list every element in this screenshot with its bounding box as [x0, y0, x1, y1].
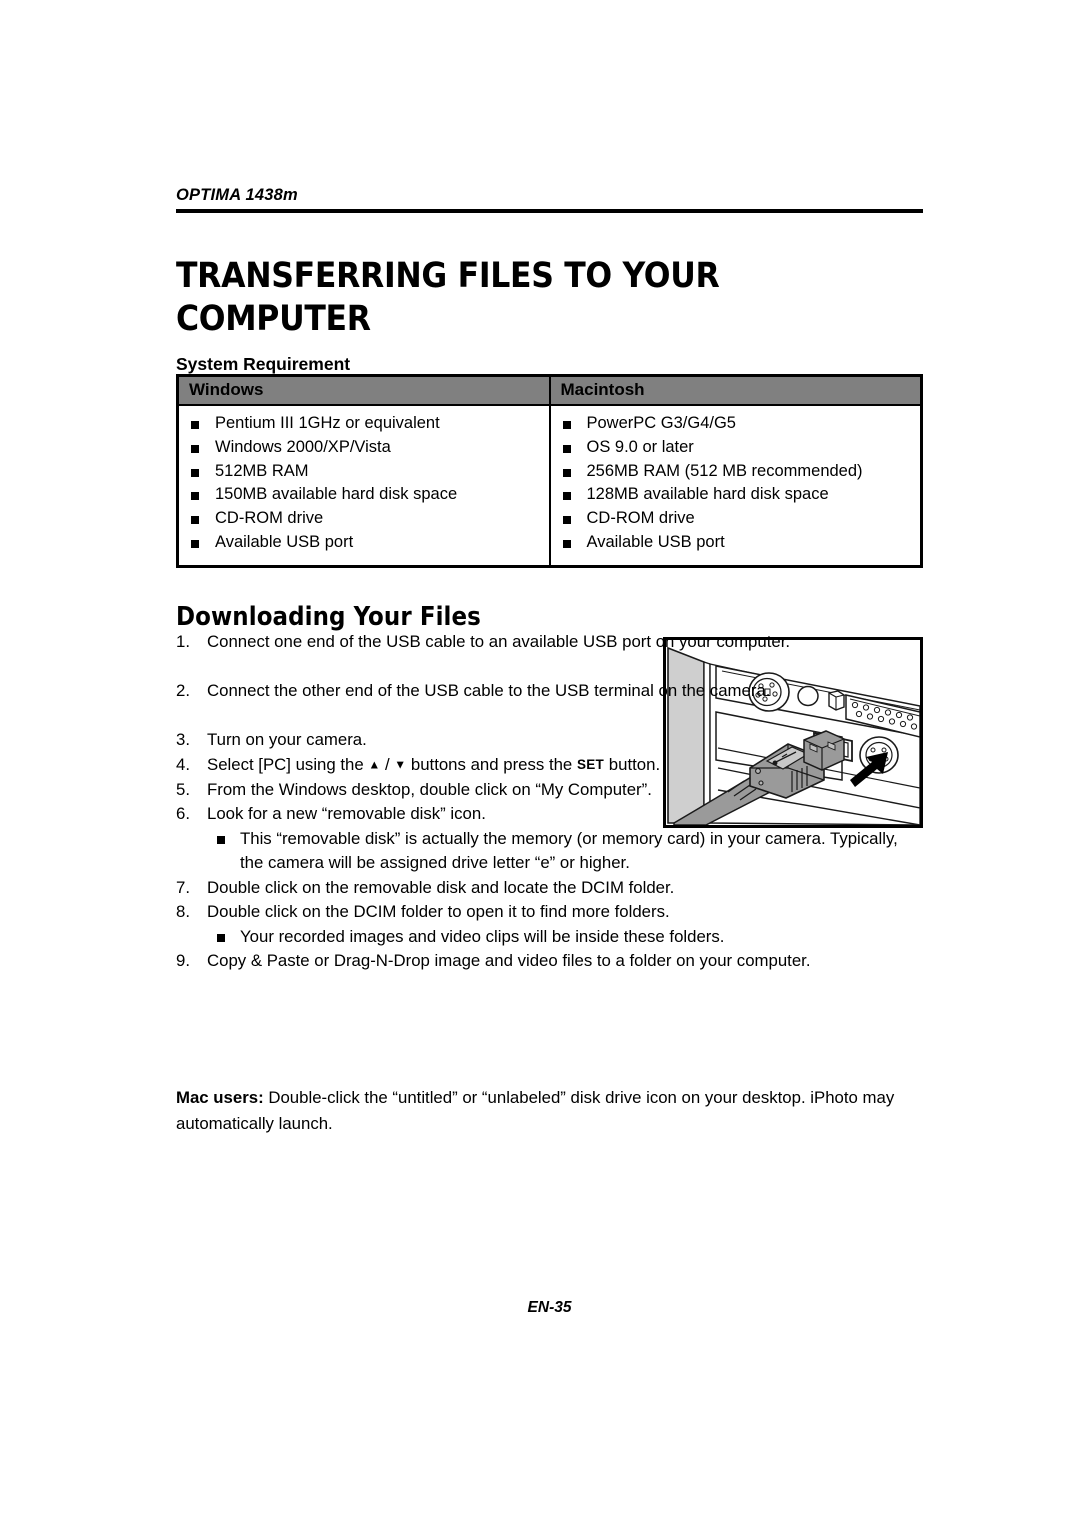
step4-line2-prefix: the — [548, 755, 573, 774]
arrow-separator: / — [384, 755, 390, 774]
step-number: 9. — [176, 951, 190, 970]
step-text: Connect one end of the USB cable to an a… — [207, 632, 791, 651]
step-number: 7. — [176, 877, 190, 897]
windows-requirement-list: Pentium III 1GHz or equivalent Windows 2… — [179, 412, 545, 555]
list-item: Windows 2000/XP/Vista — [179, 436, 545, 460]
list-item: 4. Select [PC] using the ▲ / ▼ buttons a… — [176, 753, 923, 778]
list-item: This “removable disk” is actually the me… — [207, 827, 923, 876]
step4-prefix: Select [PC] using the — [207, 755, 364, 774]
list-item: 1. Connect one end of the USB cable to a… — [176, 630, 923, 679]
list-item: Pentium III 1GHz or equivalent — [179, 412, 545, 436]
system-requirement-heading: System Requirement — [176, 353, 351, 374]
list-item: OS 9.0 or later — [551, 436, 917, 460]
step-text: Select [PC] using the ▲ / ▼ buttons and … — [207, 755, 660, 774]
step-number: 4. — [176, 754, 190, 774]
step4-line2-suffix: button. — [608, 755, 661, 774]
running-head: OPTIMA 1438m — [176, 186, 298, 204]
up-arrow-icon: ▲ — [368, 757, 381, 772]
mac-users-text: Double-click the “untitled” or “unlabele… — [176, 1087, 895, 1133]
step-text: Look for a new “removable disk” icon. — [207, 804, 486, 823]
list-item: 256MB RAM (512 MB recommended) — [551, 460, 917, 484]
list-item: 6. Look for a new “removable disk” icon.… — [176, 802, 923, 876]
table-cell-windows-requirements: Pentium III 1GHz or equivalent Windows 2… — [179, 405, 551, 565]
substep-list: This “removable disk” is actually the me… — [207, 827, 923, 876]
list-item: 8. Double click on the DCIM folder to op… — [176, 900, 923, 949]
step-number: 6. — [176, 804, 190, 823]
table-header-windows: Windows — [179, 377, 551, 406]
list-item: Your recorded images and video clips wil… — [207, 925, 923, 950]
list-item: 150MB available hard disk space — [179, 483, 545, 507]
list-item: 9. Copy & Paste or Drag-N-Drop image and… — [176, 949, 923, 974]
step4-middle: buttons and press — [410, 755, 545, 774]
set-button-label: SET — [576, 757, 605, 772]
list-item: PowerPC G3/G4/G5 — [551, 412, 917, 436]
page-title: TRANSFERRING FILES TO YOUR COMPUTER — [176, 256, 720, 340]
step-text: Double click on the removable disk and l… — [207, 877, 675, 897]
list-item: 7. Double click on the removable disk an… — [176, 876, 923, 901]
substep-list: Your recorded images and video clips wil… — [207, 925, 923, 950]
mac-users-label: Mac users: — [176, 1087, 264, 1107]
downloading-steps-list: 1. Connect one end of the USB cable to a… — [176, 630, 923, 974]
step-text: Copy & Paste or Drag-N-Drop image and vi… — [207, 951, 811, 970]
macintosh-requirement-list: PowerPC G3/G4/G5 OS 9.0 or later 256MB R… — [551, 412, 917, 555]
step-number: 3. — [176, 730, 190, 749]
step-number: 1. — [176, 632, 190, 651]
document-page: OPTIMA 1438m TRANSFERRING FILES TO YOUR … — [176, 0, 923, 1529]
downloading-your-files-heading: Downloading Your Files — [176, 602, 481, 633]
step-text: From the Windows desktop, double click o… — [207, 779, 652, 799]
step-text: Turn on your camera. — [207, 730, 367, 749]
header-rule — [176, 209, 923, 213]
footer-page-number: EN-35 — [527, 1299, 572, 1316]
step-number: 8. — [176, 902, 190, 921]
list-item: 2. Connect the other end of the USB cabl… — [176, 679, 923, 728]
table-header-row: Windows Macintosh — [179, 377, 920, 406]
list-item: Available USB port — [179, 531, 545, 555]
step-text: Connect the other end of the USB cable t… — [207, 681, 771, 700]
list-item: Available USB port — [551, 531, 917, 555]
down-arrow-icon: ▼ — [394, 757, 407, 772]
list-item: 128MB available hard disk space — [551, 483, 917, 507]
table-row: Pentium III 1GHz or equivalent Windows 2… — [179, 405, 920, 565]
system-requirement-table: Windows Macintosh Pentium III 1GHz or eq… — [176, 374, 923, 568]
table-header-macintosh: Macintosh — [549, 377, 920, 406]
list-item: 5. From the Windows desktop, double clic… — [176, 778, 923, 803]
list-item: 512MB RAM — [179, 460, 545, 484]
step-number: 5. — [176, 779, 190, 799]
mac-users-note: Mac users: Double-click the “untitled” o… — [176, 1085, 923, 1137]
list-item: 3. Turn on your camera. — [176, 728, 923, 753]
step-text: Double click on the DCIM folder to open … — [207, 902, 670, 921]
list-item: CD-ROM drive — [179, 507, 545, 531]
step-number: 2. — [176, 681, 190, 700]
list-item: CD-ROM drive — [551, 507, 917, 531]
table-cell-macintosh-requirements: PowerPC G3/G4/G5 OS 9.0 or later 256MB R… — [550, 405, 921, 565]
